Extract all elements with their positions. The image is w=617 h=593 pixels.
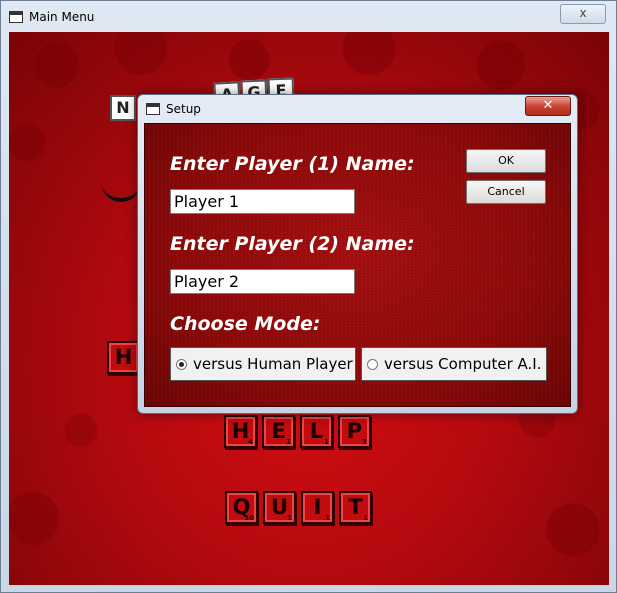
player1-label: Enter Player (1) Name: [170,153,415,175]
help-tile: L1 [300,415,333,448]
tile-points: 1 [324,438,329,446]
tile-letter: I [313,495,322,519]
setup-dialog: Setup ✕ Enter Player (1) Name: Enter Pla… [137,94,578,414]
help-tile: H4 [224,415,257,448]
setup-dialog-body: Enter Player (1) Name: Enter Player (2) … [144,123,571,407]
tile-letter: L [309,419,324,443]
radio-unselected-icon[interactable] [367,358,378,370]
menu-tile-partial[interactable]: H [107,341,140,374]
tile-points: 3 [362,438,367,446]
quit-tile: U1 [263,491,296,524]
decorative-swoosh [101,182,141,202]
window-app-icon [146,103,160,115]
tile-letter: P [346,419,363,443]
quit-tile: I1 [301,491,334,524]
help-tile: E1 [262,415,295,448]
mode-label: Choose Mode: [170,313,321,335]
help-tile: P3 [338,415,371,448]
tile-points: 1 [286,438,291,446]
player1-name-input[interactable] [170,189,355,214]
mode-computer-option[interactable]: versus Computer A.I. [361,347,547,381]
tile-letter: U [270,495,289,519]
tile-points: 1 [363,514,368,522]
main-close-button[interactable]: x [560,4,606,24]
help-menu-button[interactable]: H4 E1 L1 P3 [224,415,371,448]
quit-tile: T1 [339,491,372,524]
mode-computer-label: versus Computer A.I. [384,355,542,373]
radio-selected-icon[interactable] [176,358,187,370]
quit-menu-button[interactable]: Q 10 U1 I1 T1 [225,491,372,524]
main-window-title: Main Menu [29,10,95,24]
mode-human-label: versus Human Player [193,355,353,373]
tile-letter: E [271,419,286,443]
tile-points: 1 [287,514,292,522]
tile-letter: H [231,419,250,443]
cancel-button[interactable]: Cancel [466,180,546,204]
tile-points: 1 [325,514,330,522]
tile-letter: T [348,495,363,519]
title-tile: N [110,95,136,121]
main-title-bar: Main Menu [9,5,94,29]
tile-points: 4 [248,438,253,446]
setup-close-button[interactable]: ✕ [525,96,571,116]
mode-human-option[interactable]: versus Human Player [170,347,356,381]
setup-dialog-title: Setup [166,102,201,116]
player2-label: Enter Player (2) Name: [170,233,415,255]
player2-name-input[interactable] [170,269,355,294]
window-app-icon [9,11,23,23]
tile-points: 10 [244,514,254,522]
quit-tile: Q 10 [225,491,258,524]
setup-title-bar: Setup [146,98,201,120]
ok-button[interactable]: OK [466,149,546,173]
